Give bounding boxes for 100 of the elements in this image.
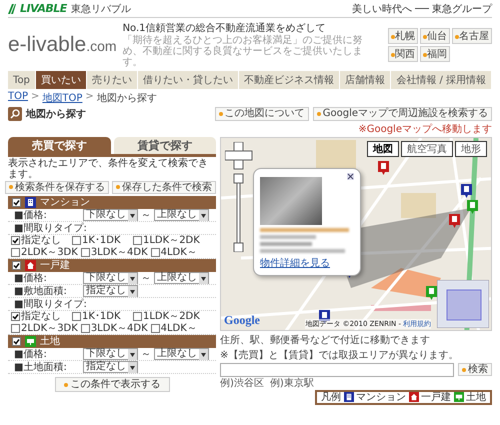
checkbox[interactable] <box>72 236 81 246</box>
nav-tab[interactable]: 会社情報 / 採用情報 <box>391 71 492 89</box>
map-type-button[interactable]: 航空写真 <box>401 140 453 156</box>
legend-title: 凡例 <box>321 392 341 403</box>
caret-icon <box>199 210 208 220</box>
checkbox[interactable] <box>11 312 20 322</box>
region-link[interactable]: 仙台 <box>420 28 450 44</box>
caret-icon <box>128 362 137 372</box>
search-hint: 住所、駅、郵便番号などで付近に移動できます <box>220 334 431 346</box>
price-min-select[interactable]: 下限なし <box>83 272 138 284</box>
zoom-control[interactable] <box>225 142 253 252</box>
checkbox[interactable] <box>12 261 21 270</box>
checkbox[interactable] <box>72 312 81 322</box>
category-name: マンション <box>40 197 90 208</box>
checkbox[interactable] <box>12 337 21 346</box>
condition-button[interactable]: 検索条件を保存する <box>5 180 109 194</box>
current-page-label[interactable]: 地図から探す <box>96 91 157 105</box>
option-label: 1LDK～2DK <box>143 311 200 322</box>
price-min-select[interactable]: 下限なし <box>83 209 138 221</box>
legend-label: 一戸建 <box>421 392 451 403</box>
breadcrumb-link[interactable]: 地図TOP <box>42 91 82 105</box>
caret-icon <box>199 272 208 284</box>
checkbox[interactable] <box>133 236 142 246</box>
bullet-icon <box>9 185 13 190</box>
map-type-button[interactable]: 地図 <box>367 140 399 156</box>
area-select[interactable]: 指定なし <box>83 285 138 297</box>
nav-tab[interactable]: 売りたい <box>87 71 138 89</box>
map-marker-icon[interactable] <box>461 184 472 198</box>
mansion-icon <box>25 197 36 208</box>
breadcrumb-link[interactable]: TOP <box>8 91 28 105</box>
map-marker-icon[interactable] <box>426 286 437 300</box>
checkbox[interactable] <box>150 324 160 333</box>
area-select[interactable]: 指定なし <box>83 361 138 373</box>
group-name: 東急グループ <box>432 2 492 16</box>
search-tab[interactable]: 売買で探す <box>8 136 110 154</box>
checkbox[interactable] <box>11 236 20 246</box>
land-icon <box>454 392 464 402</box>
nav-tab[interactable]: 借りたい・貸したい <box>138 71 240 89</box>
bullet-icon <box>391 34 395 38</box>
region-link[interactable]: 福岡 <box>420 46 450 62</box>
field-label: ■価格: <box>14 348 48 360</box>
checkbox[interactable] <box>80 324 90 333</box>
bullet-icon <box>316 112 321 116</box>
address-input[interactable] <box>220 362 454 376</box>
map-link-button[interactable]: Googleマップで周辺施設を検索する <box>312 107 492 120</box>
search-tab[interactable]: 賃貸で探す <box>114 136 216 154</box>
map-link-button[interactable]: この地図について <box>214 107 309 120</box>
caret-icon <box>128 286 137 296</box>
overview-minimap[interactable] <box>437 280 489 328</box>
sub-tagline: 「期待を超えるひとつ上のお客様満足」のご提供に努め、不動産に関する良質なサービスをご提供いたします。 <box>122 35 364 68</box>
tagline: No.1信頼営業の総合不動産流通業をめざして <box>122 22 327 34</box>
nav-tab[interactable]: 買いたい <box>36 71 87 89</box>
range-separator: ～ <box>141 348 151 360</box>
region-link[interactable]: 関西 <box>388 46 418 62</box>
condition-button[interactable]: 保存した条件で検索 <box>112 180 216 194</box>
price-max-select[interactable]: 上限なし <box>154 209 209 221</box>
map-marker-icon[interactable] <box>467 200 478 214</box>
map-type-button[interactable]: 地形 <box>455 140 487 156</box>
bullet-icon <box>391 52 395 56</box>
nav-tab[interactable]: 店舗情報 <box>340 71 392 89</box>
land-icon <box>25 336 36 347</box>
region-link[interactable]: 札幌 <box>388 28 418 44</box>
slogan: 美しい時代へ <box>352 2 412 16</box>
checkbox[interactable] <box>133 312 142 322</box>
range-separator: ～ <box>141 210 151 220</box>
caret-icon <box>128 348 137 360</box>
bullet-icon <box>64 382 68 386</box>
field-label: ■間取りタイプ: <box>14 222 87 234</box>
category-name: 一戸建 <box>40 260 70 271</box>
bullet-icon <box>455 34 459 38</box>
brand-logo: LIVABLE <box>20 2 67 15</box>
option-label: 3LDK～4DK <box>90 322 148 334</box>
close-icon[interactable] <box>347 172 354 180</box>
option-label: 指定なし <box>21 235 61 246</box>
checkbox[interactable] <box>11 324 20 333</box>
show-button[interactable]: この条件で表示する <box>54 377 170 392</box>
google-note: ※Googleマップへ移動します <box>358 122 492 136</box>
area-note: ※【売買】と【賃貸】では取扱エリアが異なります。 <box>220 348 460 362</box>
caret-icon <box>199 348 208 360</box>
logo-stripes-icon <box>8 4 16 14</box>
checkbox[interactable] <box>80 248 90 257</box>
nav-tab[interactable]: 不動産ビジネス情報 <box>239 71 340 89</box>
price-max-select[interactable]: 上限なし <box>154 348 209 360</box>
house-icon <box>409 392 419 402</box>
checkbox[interactable] <box>12 198 21 207</box>
property-detail-link[interactable]: 物件詳細を見る <box>260 256 354 270</box>
option-label: 1K･1DK <box>82 235 121 246</box>
option-label: 2LDK～3DK <box>21 322 78 334</box>
map-marker-icon[interactable] <box>378 160 389 174</box>
site-logo[interactable]: e-livable.com <box>8 32 117 56</box>
price-min-select[interactable]: 下限なし <box>83 348 138 360</box>
page-title: 地図から探す <box>26 108 86 121</box>
region-link[interactable]: 名古屋 <box>452 28 492 44</box>
field-label: ■土地面積: <box>14 362 68 372</box>
checkbox[interactable] <box>11 248 20 257</box>
option-label: 1LDK～2DK <box>143 235 200 246</box>
search-button[interactable]: 検索 <box>458 362 492 376</box>
map-marker-icon[interactable] <box>449 214 460 228</box>
checkbox[interactable] <box>150 248 160 257</box>
price-max-select[interactable]: 上限なし <box>154 272 209 284</box>
